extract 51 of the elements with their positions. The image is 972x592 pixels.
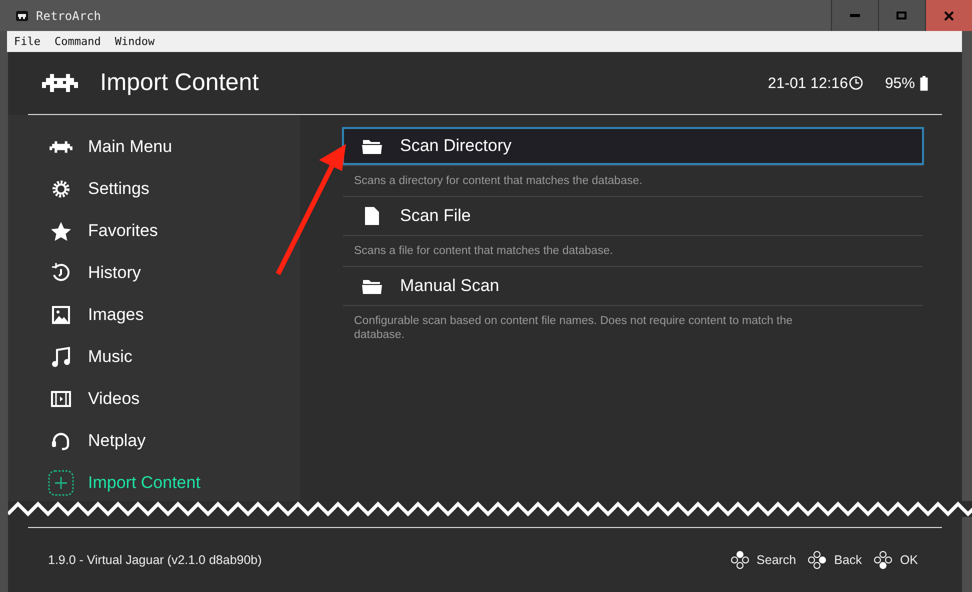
maximize-icon [896,10,908,20]
battery-text: 95% [884,74,915,92]
gamepad-buttons-icon [808,551,826,569]
film-icon [51,391,71,407]
app-icon [16,10,28,20]
invader-icon [48,140,74,154]
add-icon [48,470,74,496]
entry-description: Scans a directory for content that matches the database. [353,174,644,189]
footer-action[interactable]: OK [900,553,918,567]
menu-entry[interactable]: Manual Scan [342,267,924,305]
gamepad-buttons-icon [730,551,749,569]
star-icon [51,222,71,240]
sidebar-item[interactable]: Music [8,336,300,378]
entry-description: Configurable scan based on content file names. Does not require content to match the database. [353,314,794,343]
menu-item[interactable]: Command [54,35,101,48]
menu-item[interactable]: Window [114,35,155,48]
sidebar-item[interactable]: Import Content [8,462,300,504]
battery-icon [920,76,928,90]
history-icon [51,263,71,283]
close-icon [944,10,954,20]
clock-icon [848,76,863,90]
headset-icon [51,431,71,451]
gamepad-buttons-icon [874,551,892,569]
sidebar-item[interactable]: History [8,252,300,294]
sidebar-item[interactable]: Videos [8,378,300,420]
sidebar-item[interactable]: Images [8,294,300,336]
footer-action[interactable]: Back [834,553,862,567]
minimize-button[interactable] [831,0,878,31]
image-icon [52,306,70,324]
sidebar-item[interactable]: Favorites [8,210,300,252]
sidebar-item[interactable]: Main Menu [8,126,300,168]
minimize-icon [849,14,861,18]
footer-action[interactable]: Search [756,553,796,567]
window-title: RetroArch [36,8,102,22]
folder-icon [362,138,382,154]
menu-item[interactable]: File [14,35,40,48]
entry-description: Scans a file for content that matches the database. [353,244,614,259]
music-note-icon [52,347,70,367]
close-button[interactable] [925,0,972,31]
sidebar-item[interactable]: Netplay [8,420,300,462]
file-icon [362,207,382,225]
version-text: 1.9.0 - Virtual Jaguar (v2.1.0 d8ab90b) [48,553,262,567]
page-title: Import Content [100,69,259,97]
clock-text: 21-01 12:16 [768,74,848,92]
maximize-button[interactable] [878,0,925,31]
menu-entry[interactable]: Scan Directory [342,127,924,165]
folder-icon [362,278,382,294]
invader-logo-icon [42,72,78,94]
menu-entry[interactable]: Scan File [342,197,924,235]
sidebar-item[interactable]: Settings [8,168,300,210]
gear-icon [51,179,71,199]
